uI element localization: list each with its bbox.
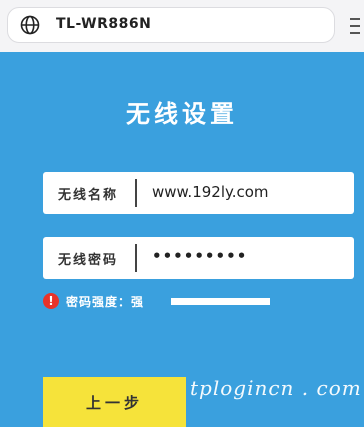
watermark: tplogincn . com — [190, 376, 362, 400]
globe-icon — [20, 15, 40, 35]
page-title: 无线设置 — [126, 99, 238, 128]
field-divider — [135, 244, 137, 272]
password-field[interactable]: 无线密码 ••••••••• — [43, 237, 354, 279]
ssid-field[interactable]: 无线名称 www.192ly.com — [43, 172, 354, 214]
prev-button[interactable]: 上一步 — [43, 377, 186, 427]
ssid-label: 无线名称 — [58, 188, 119, 203]
warning-icon: ! — [43, 293, 59, 309]
browser-toolbar: TL-WR886N — [0, 0, 364, 52]
address-text: TL-WR886N — [56, 16, 152, 32]
password-label: 无线密码 — [58, 253, 119, 268]
password-input[interactable]: ••••••••• — [152, 247, 247, 265]
menu-icon[interactable] — [348, 14, 362, 38]
strength-bar — [171, 298, 270, 305]
strength-label: 密码强度：强 — [66, 295, 145, 309]
address-bar[interactable]: TL-WR886N — [7, 7, 335, 43]
ssid-input[interactable]: www.192ly.com — [152, 183, 269, 201]
field-divider — [135, 179, 137, 207]
